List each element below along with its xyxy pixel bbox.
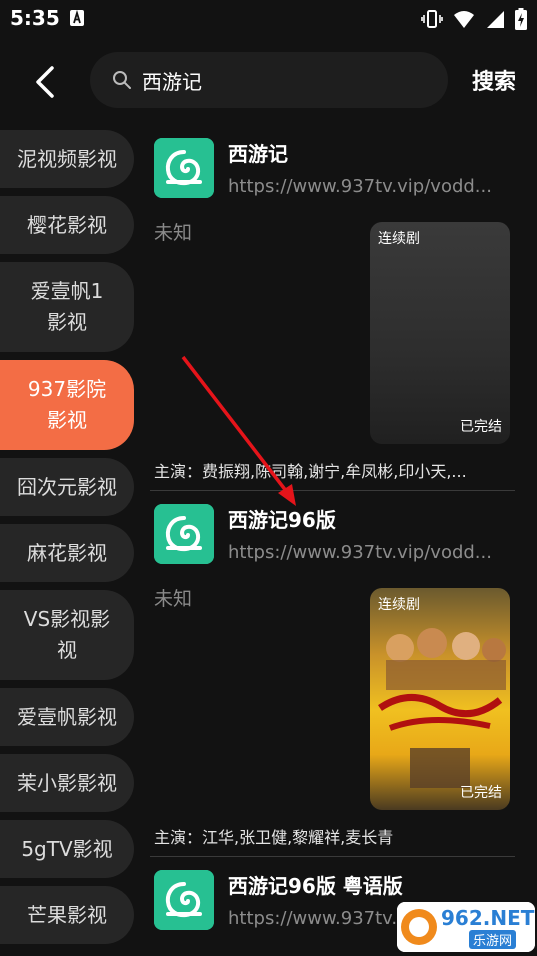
status-time: 5:35 [10, 6, 60, 30]
result-title: 西游记96版 粤语版 [228, 874, 403, 898]
watermark-text: 962.NET [441, 906, 535, 930]
poster-image[interactable]: 连续剧 已完结 [370, 588, 510, 810]
poster-tag: 连续剧 [378, 597, 420, 613]
result-meta: 未知 [154, 222, 193, 244]
sidebar-item-mahua[interactable]: 麻花影视 [0, 524, 134, 582]
poster-status: 已完结 [460, 419, 502, 435]
sidebar-item-label: 937影院影视 [27, 377, 107, 432]
poster-image[interactable]: 连续剧 已完结 [370, 222, 510, 444]
result-actors: 主演：费振翔,陈司翰,谢宁,牟凤彬,印小天,... [154, 462, 467, 481]
search-button[interactable]: 搜索 [472, 64, 516, 96]
status-bar: 5:35 [0, 0, 537, 38]
sidebar-item-5gtv[interactable]: 5gTV影视 [0, 820, 134, 878]
app-logo-icon [154, 870, 214, 930]
poster-art [378, 628, 506, 788]
sidebar-item-jiongciyuan[interactable]: 囧次元影视 [0, 458, 134, 516]
sidebar-item-label: VS影视影视 [23, 607, 111, 662]
sidebar-item-937[interactable]: 937影院影视 [0, 360, 134, 450]
divider [150, 856, 515, 857]
sidebar-item-aiyifan[interactable]: 爱壹帆影视 [0, 688, 134, 746]
sidebar-item-aiyifan1[interactable]: 爱壹帆1影视 [0, 262, 134, 352]
sidebar-item-mangguo[interactable]: 芒果影视 [0, 886, 134, 944]
result-actors: 主演：江华,张卫健,黎耀祥,麦长青 [154, 828, 394, 847]
sidebar-item-label: 茉小影影视 [17, 770, 117, 795]
sidebar-item-nishipin[interactable]: 泥视频影视 [0, 130, 134, 188]
search-query: 西游记 [142, 70, 202, 94]
sidebar-item-label: 麻花影视 [27, 540, 107, 565]
vibrate-icon [421, 10, 443, 28]
sidebar-item-vs[interactable]: VS影视影视 [0, 590, 134, 680]
app-logo-icon [154, 504, 214, 564]
status-icons [421, 8, 527, 30]
app-logo-icon [154, 138, 214, 198]
back-arrow-icon[interactable] [28, 62, 64, 102]
notification-a-icon [70, 10, 84, 26]
result-title: 西游记96版 [228, 508, 336, 532]
sidebar-item-label: 泥视频影视 [17, 146, 117, 171]
result-url: https://www.937tv.vip/vodd... [228, 176, 492, 197]
battery-icon [515, 8, 527, 30]
result-meta: 未知 [154, 588, 193, 610]
result-card[interactable]: 西游记 https://www.937tv.vip/vodd... 未知 连续剧… [150, 128, 515, 491]
sidebar-item-label: 爱壹帆1影视 [30, 279, 104, 334]
result-card[interactable]: 西游记96版 https://www.937tv.vip/vodd... 未知 … [150, 494, 515, 857]
sidebar-item-label: 芒果影视 [27, 902, 107, 927]
signal-icon [487, 11, 504, 28]
result-title: 西游记 [228, 142, 288, 166]
sidebar-item-label: 樱花影视 [27, 212, 107, 237]
sidebar-item-yinghua[interactable]: 樱花影视 [0, 196, 134, 254]
sidebar-item-label: 爱壹帆影视 [17, 704, 117, 729]
search-header: 西游记 搜索 [0, 38, 537, 124]
divider [150, 490, 515, 491]
search-icon [113, 71, 131, 89]
poster-tag: 连续剧 [378, 231, 420, 247]
wifi-icon [454, 11, 474, 28]
sidebar-item-label: 5gTV影视 [21, 836, 113, 861]
sidebar-item-label: 囧次元影视 [17, 474, 117, 499]
sidebar-item-moxiaoying[interactable]: 茉小影影视 [0, 754, 134, 812]
result-url: https://www.937tv.vip/vodd... [228, 542, 492, 563]
poster-status: 已完结 [460, 785, 502, 801]
watermark-subtext: 乐游网 [469, 930, 517, 949]
watermark-logo: 962.NET 乐游网 [397, 902, 535, 952]
search-input[interactable]: 西游记 [90, 52, 448, 108]
